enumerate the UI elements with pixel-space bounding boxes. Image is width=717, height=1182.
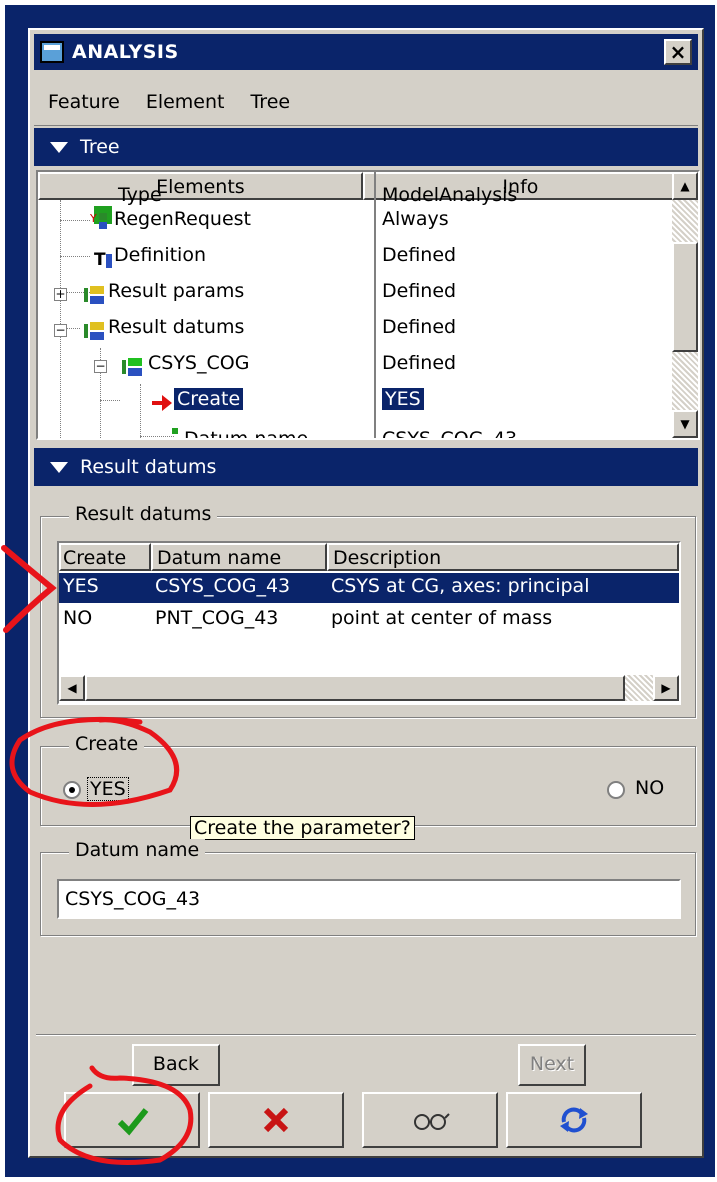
tree-row[interactable]: T Definition Defined xyxy=(38,240,674,276)
scroll-thumb[interactable] xyxy=(672,242,698,352)
row-description: CSYS at CG, axes: principal xyxy=(331,575,590,597)
table-row-selected[interactable]: YES CSYS_COG_43 CSYS at CG, axes: princi… xyxy=(59,573,679,603)
collapse-minus-icon[interactable]: − xyxy=(54,324,67,337)
svg-text:Y: Y xyxy=(90,212,97,225)
scroll-right-icon[interactable]: ▶ xyxy=(653,675,679,701)
tree-element-label: CSYS_COG xyxy=(148,352,250,374)
menu-bar: Feature Element Tree xyxy=(34,78,698,126)
tree-element-label: Result datums xyxy=(108,316,245,338)
table-row[interactable]: NO PNT_COG_43 point at center of mass xyxy=(59,605,679,635)
close-button[interactable]: × xyxy=(664,39,692,65)
tree-info-value: Defined xyxy=(382,244,457,266)
row-create: NO xyxy=(63,607,93,629)
tree-row[interactable]: + Result params Defined xyxy=(38,276,674,312)
row-datum-name: CSYS_COG_43 xyxy=(155,575,291,597)
row-datum-name: PNT_COG_43 xyxy=(155,607,279,629)
scroll-left-icon[interactable]: ◀ xyxy=(59,675,85,701)
group-label: Datum name xyxy=(69,839,206,861)
tooltip: Create the parameter? xyxy=(190,816,415,840)
scroll-up-icon[interactable]: ▲ xyxy=(672,172,698,200)
result-section-title: Result datums xyxy=(80,456,217,478)
result-datums-group: Result datums Create Datum name Descript… xyxy=(40,503,696,718)
datum-node-icon xyxy=(172,428,178,434)
collapse-triangle-icon xyxy=(50,141,68,153)
tree-row[interactable]: Datum name CSYS_COG_43 xyxy=(38,420,674,440)
tree-row[interactable]: Y RegenRequest Always xyxy=(38,204,674,240)
tree-info-value: Defined xyxy=(382,316,457,338)
red-arrow-icon xyxy=(152,394,172,412)
group-node-icon xyxy=(122,356,142,376)
result-datums-table[interactable]: Create Datum name Description YES CSYS_C… xyxy=(57,541,681,705)
back-button[interactable]: Back xyxy=(132,1044,220,1086)
preview-button[interactable] xyxy=(362,1092,498,1148)
checkmark-icon xyxy=(117,1108,149,1136)
tree-row[interactable]: − Result datums Defined xyxy=(38,312,674,348)
column-divider xyxy=(374,172,376,438)
glasses-icon xyxy=(414,1113,450,1130)
result-section-header[interactable]: Result datums xyxy=(34,448,698,486)
element-tree[interactable]: Elements Info Type ModelAnalysis Y Regen… xyxy=(36,170,700,440)
tree-element-label: Datum name xyxy=(184,428,309,440)
group-node-icon xyxy=(84,320,104,340)
tree-info-value: Defined xyxy=(382,352,457,374)
yes-label[interactable]: YES xyxy=(87,777,129,801)
window-icon xyxy=(40,41,64,63)
row-description: point at center of mass xyxy=(331,607,553,629)
create-group: Create YES NO xyxy=(40,733,696,826)
cancel-button[interactable] xyxy=(208,1092,344,1148)
column-description[interactable]: Description xyxy=(327,543,679,571)
repaint-button[interactable] xyxy=(506,1092,642,1148)
tree-info-value: Always xyxy=(382,208,449,230)
tree-element-label: Create xyxy=(174,388,244,410)
tree-row[interactable]: − CSYS_COG Defined xyxy=(38,348,674,384)
scroll-down-icon[interactable]: ▼ xyxy=(672,410,698,438)
group-node-icon xyxy=(84,284,104,304)
no-radio[interactable] xyxy=(607,781,625,799)
tree-info-value: YES xyxy=(382,388,424,410)
title-bar: ANALYSIS × xyxy=(34,34,698,70)
tree-info-value: CSYS_COG_43 xyxy=(382,428,518,440)
tree-info-value: Defined xyxy=(382,280,457,302)
ok-button[interactable] xyxy=(64,1092,200,1148)
next-button[interactable]: Next xyxy=(518,1044,586,1086)
collapse-triangle-icon xyxy=(50,461,68,473)
menu-feature[interactable]: Feature xyxy=(48,91,120,113)
row-create: YES xyxy=(63,575,99,597)
yes-radio[interactable] xyxy=(63,781,81,799)
datum-name-input[interactable]: CSYS_COG_43 xyxy=(57,879,681,919)
menu-tree[interactable]: Tree xyxy=(250,91,290,113)
window-title: ANALYSIS xyxy=(72,41,179,63)
tree-section-title: Tree xyxy=(80,136,120,158)
tree-section-header[interactable]: Tree xyxy=(34,128,698,166)
tree-row-selected[interactable]: Create YES xyxy=(38,384,674,420)
group-label: Create xyxy=(69,733,145,755)
no-label[interactable]: NO xyxy=(635,777,664,799)
definition-node-icon: T xyxy=(94,248,112,270)
regen-node-icon: Y xyxy=(89,212,108,230)
separator xyxy=(36,1034,696,1036)
tree-element-label: Result params xyxy=(108,280,245,302)
table-horizontal-scrollbar[interactable]: ◀ ▶ xyxy=(59,675,679,701)
tree-element-label: Definition xyxy=(114,244,207,266)
refresh-icon xyxy=(560,1107,588,1133)
scroll-thumb[interactable] xyxy=(85,675,625,701)
column-datum-name[interactable]: Datum name xyxy=(151,543,327,571)
tree-info-value: ModelAnalysis xyxy=(382,184,518,206)
x-icon xyxy=(263,1107,289,1133)
svg-text:T: T xyxy=(94,250,106,270)
tree-vertical-scrollbar[interactable]: ▲ ▼ xyxy=(672,172,698,438)
collapse-minus-icon[interactable]: − xyxy=(94,360,107,373)
analysis-dialog: ANALYSIS × Feature Element Tree Tree Ele… xyxy=(28,28,704,1158)
menu-element[interactable]: Element xyxy=(146,91,225,113)
tree-element-label: RegenRequest xyxy=(114,208,252,230)
column-create[interactable]: Create xyxy=(59,543,151,571)
datum-name-group: Datum name CSYS_COG_43 xyxy=(40,839,696,936)
expand-plus-icon[interactable]: + xyxy=(54,288,67,301)
group-label: Result datums xyxy=(69,503,218,525)
tree-element-label: Type xyxy=(118,184,162,206)
